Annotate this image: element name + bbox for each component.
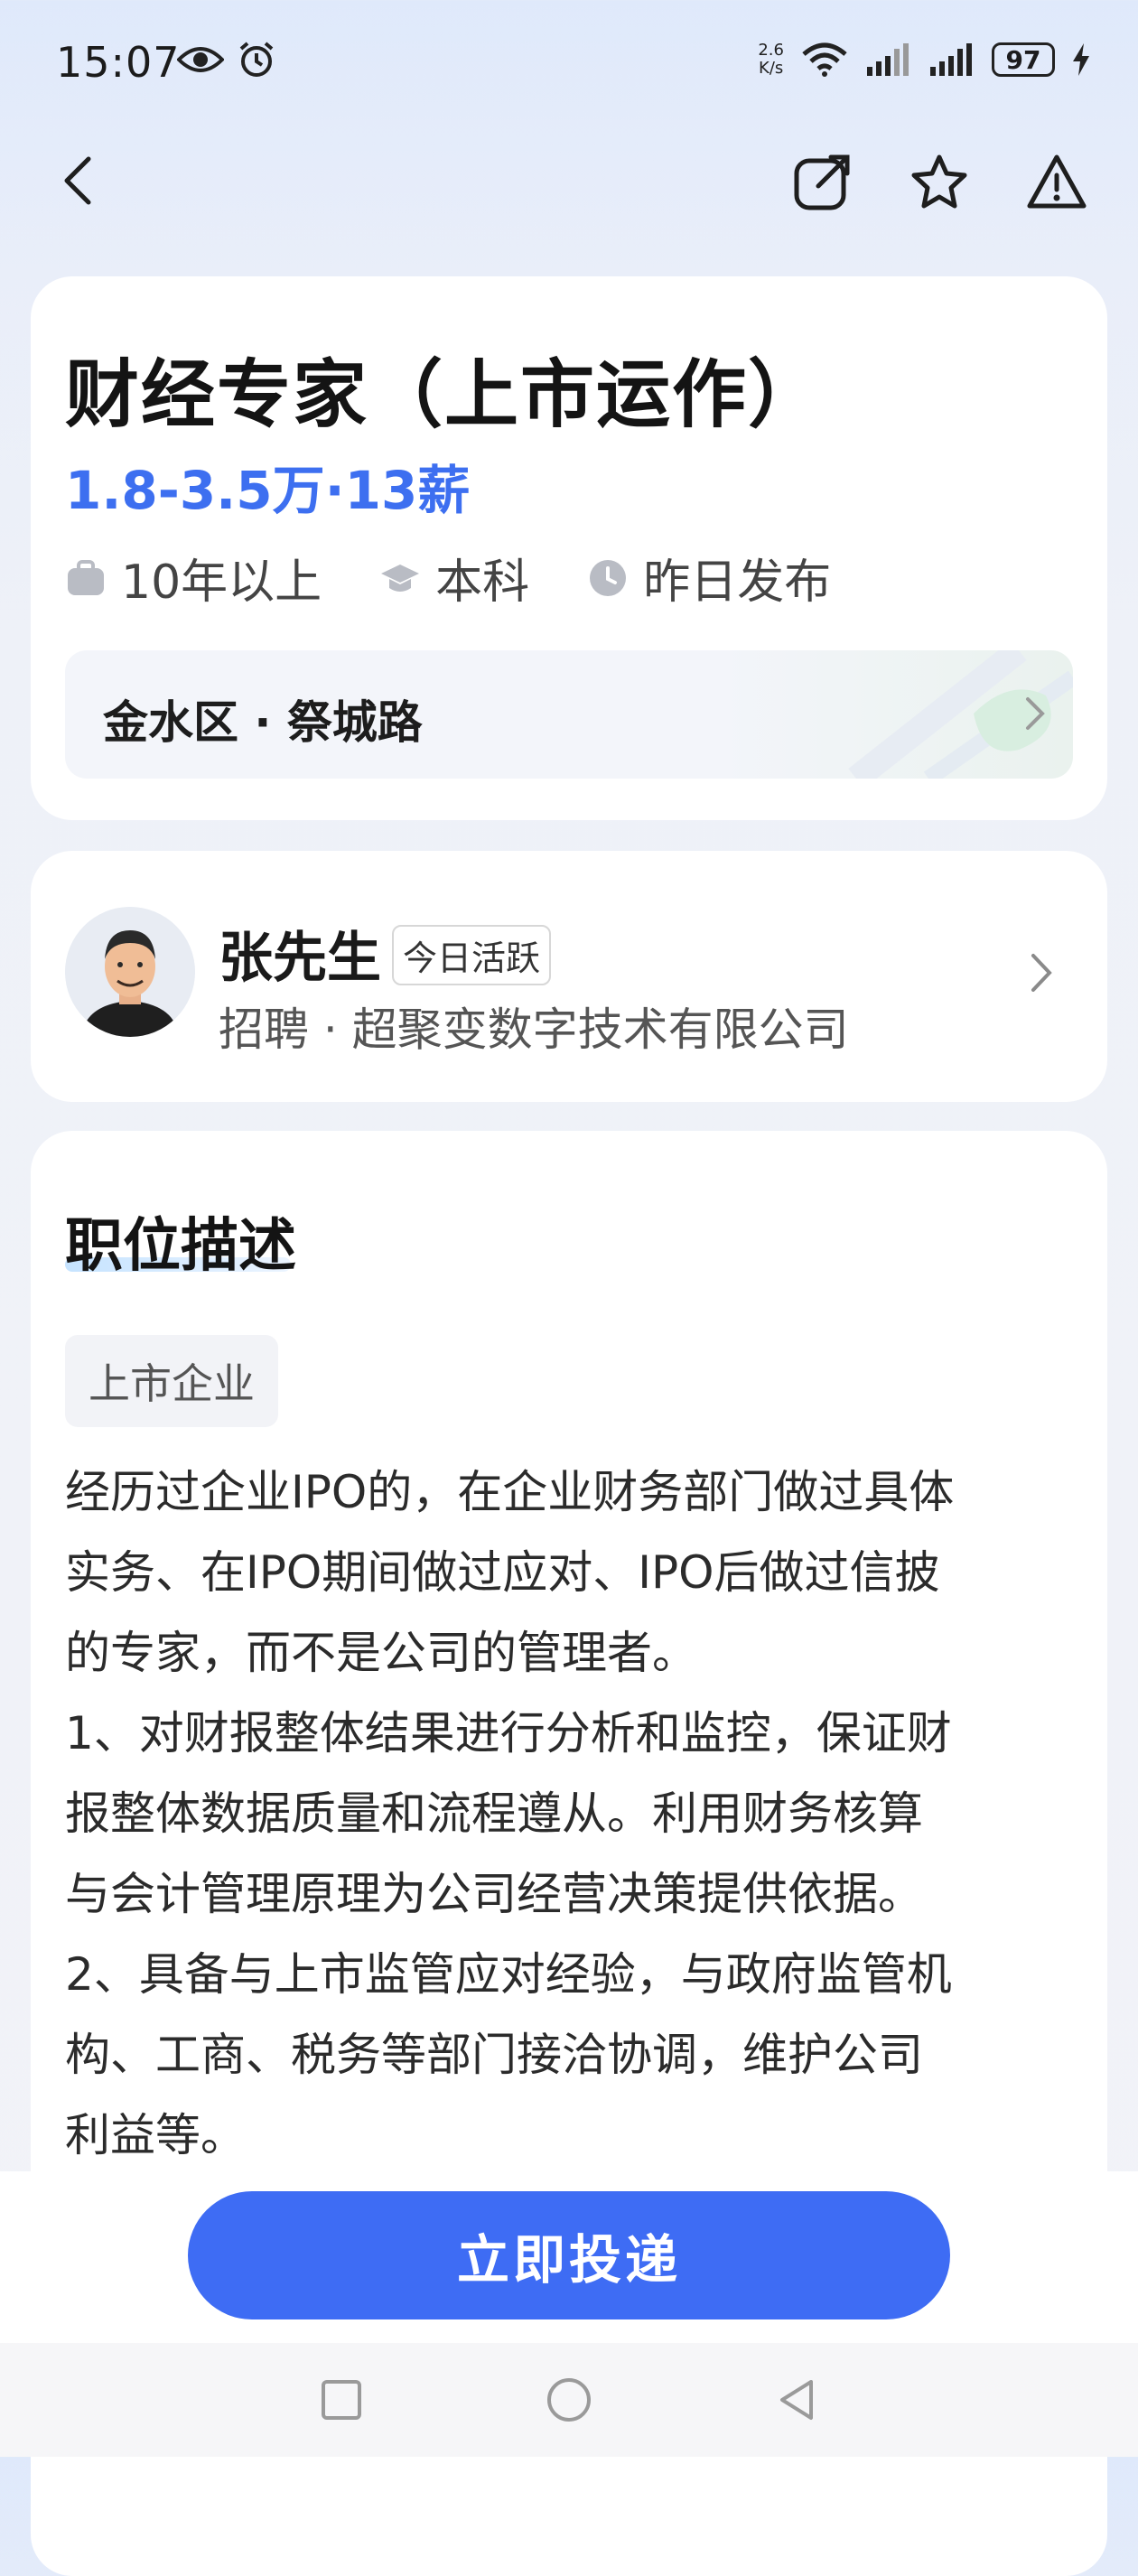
status-indicators: 2.6 K/s 97 — [758, 42, 1091, 78]
job-title: 财经专家（上市运作） — [65, 352, 825, 438]
signal-icon-1 — [865, 42, 912, 78]
share-icon — [794, 154, 850, 210]
description-title: 职位描述 — [65, 1213, 296, 1280]
job-meta: 10年以上 本科 昨日发布 — [65, 544, 889, 611]
chevron-right-icon — [1026, 697, 1045, 730]
recruiter-company: 招聘 · 超聚变数字技术有限公司 — [219, 1003, 849, 1056]
job-summary-card: 财经专家（上市运作） 1.8-3.5万·13薪 10年以上 本科 昨日发布 金水… — [31, 276, 1107, 820]
wifi-icon — [800, 42, 849, 78]
star-icon — [911, 154, 967, 209]
posted-text: 昨日发布 — [643, 555, 832, 610]
avatar — [65, 907, 195, 1037]
back-button[interactable] — [54, 154, 108, 208]
description-body: 经历过企业IPO的，在企业财务部门做过具体 实务、在IPO期间做过应对、IPO后… — [65, 1466, 955, 2161]
recruiter-card[interactable]: 张先生 今日活跃 招聘 · 超聚变数字技术有限公司 — [31, 851, 1107, 1102]
status-time: 15:07 — [56, 38, 181, 87]
recent-apps-button[interactable] — [318, 2376, 365, 2423]
briefcase-icon — [68, 559, 104, 595]
company-tag: 上市企业 — [65, 1335, 278, 1427]
square-icon — [322, 2380, 361, 2420]
chevron-right-icon — [1031, 954, 1052, 992]
share-button[interactable] — [791, 152, 853, 213]
back-nav-button[interactable] — [773, 2376, 820, 2423]
apply-button[interactable]: 立即投递 — [188, 2191, 950, 2319]
system-nav-bar — [0, 2343, 1138, 2457]
battery-indicator: 97 — [992, 42, 1055, 77]
recruiter-name: 张先生 — [219, 927, 381, 990]
clock-icon — [590, 559, 627, 596]
charging-icon — [1071, 42, 1091, 78]
warning-icon — [1027, 154, 1087, 209]
network-speed: 2.6 K/s — [758, 41, 784, 78]
education-item: 本科 — [379, 544, 529, 611]
experience-text: 10年以上 — [121, 555, 322, 610]
triangle-back-icon — [780, 2380, 813, 2420]
home-button[interactable] — [546, 2376, 592, 2423]
graduation-cap-icon — [381, 564, 420, 592]
location-text: 金水区 · 祭城路 — [103, 696, 423, 749]
salary: 1.8-3.5万·13薪 — [65, 460, 471, 521]
active-badge: 今日活跃 — [392, 925, 552, 985]
chevron-left-icon — [64, 156, 91, 205]
education-text: 本科 — [435, 555, 530, 610]
circle-icon — [547, 2378, 591, 2422]
alarm-icon — [237, 40, 276, 79]
eye-icon — [176, 42, 225, 78]
location-button[interactable]: 金水区 · 祭城路 — [65, 650, 1073, 779]
experience-item: 10年以上 — [65, 544, 322, 611]
signal-icon-2 — [928, 42, 975, 78]
report-button[interactable] — [1026, 152, 1087, 213]
favorite-button[interactable] — [909, 152, 970, 213]
posted-item: 昨日发布 — [587, 544, 831, 611]
